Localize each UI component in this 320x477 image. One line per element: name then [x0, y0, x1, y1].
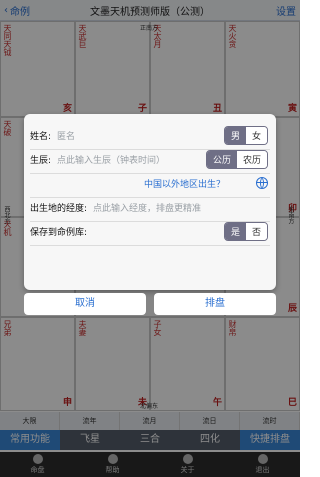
gender-male-option[interactable]: 男 [224, 126, 246, 144]
divider [30, 245, 270, 246]
calendar-lunar-option[interactable]: 农历 [236, 150, 267, 168]
longitude-label: 出生地的经度: [30, 203, 88, 214]
overseas-row: 中国以外地区出生？ [24, 172, 276, 194]
confirm-chart-button[interactable]: 排盘 [154, 293, 276, 315]
cancel-button[interactable]: 取消 [24, 293, 146, 315]
longitude-row: 出生地的经度: 点此输入经度，排盘更精准 [24, 196, 276, 218]
save-toggle: 是 否 [223, 221, 268, 241]
save-yes-option[interactable]: 是 [224, 222, 246, 240]
save-row: 保存到命例库: 是 否 [24, 220, 276, 242]
globe-icon[interactable] [256, 177, 268, 189]
birth-row: 生辰: 点此输入生辰（钟表时间） 公历 农历 [24, 148, 276, 170]
birth-label: 生辰: [30, 155, 52, 166]
birth-input[interactable]: 点此输入生辰（钟表时间） [57, 153, 165, 166]
save-label: 保存到命例库: [30, 227, 88, 238]
calendar-solar-option[interactable]: 公历 [206, 150, 237, 168]
name-label: 姓名: [30, 131, 52, 142]
gender-toggle: 男 女 [223, 125, 268, 145]
longitude-input[interactable]: 点此输入经度，排盘更精准 [93, 201, 201, 214]
overseas-link[interactable]: 中国以外地区出生？ [144, 177, 225, 190]
birth-input-dialog: 姓名: 匿名 男 女 生辰: 点此输入生辰（钟表时间） 公历 农历 中国以外地区… [24, 114, 276, 290]
name-row: 姓名: 匿名 男 女 [24, 124, 276, 146]
calendar-toggle: 公历 农历 [205, 149, 268, 169]
save-no-option[interactable]: 否 [245, 222, 267, 240]
gender-female-option[interactable]: 女 [245, 126, 267, 144]
name-input[interactable]: 匿名 [57, 129, 75, 142]
